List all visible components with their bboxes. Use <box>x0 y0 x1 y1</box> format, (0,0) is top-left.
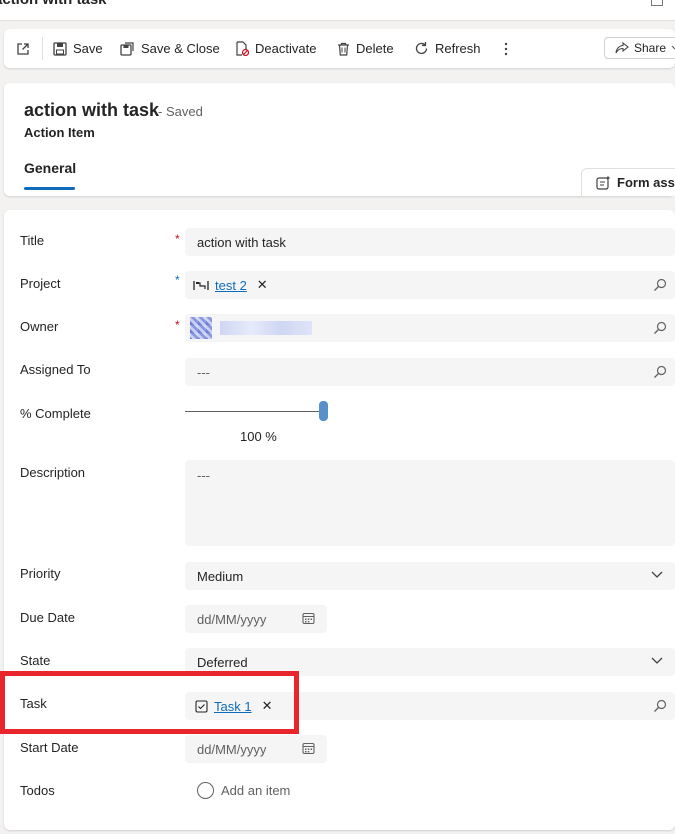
state-value: Deferred <box>197 654 248 670</box>
search-icon[interactable] <box>653 278 667 292</box>
chevron-down-icon <box>651 657 663 664</box>
title-label: Title <box>20 233 45 248</box>
assigned-to-value: --- <box>197 364 210 380</box>
form-assist-icon <box>596 175 611 190</box>
general-form: Title * action with task Project * test … <box>4 210 675 830</box>
more-vertical-icon <box>504 42 508 55</box>
delete-label: Delete <box>356 41 394 56</box>
todos-label: Todos <box>20 783 55 798</box>
share-button[interactable]: Share <box>604 37 675 59</box>
open-in-new-window-button[interactable] <box>16 29 36 68</box>
deactivate-button[interactable]: Deactivate <box>235 29 316 68</box>
project-link[interactable]: test 2 <box>215 278 247 293</box>
toolbar-divider <box>42 37 43 60</box>
owner-name-blurred <box>220 321 312 335</box>
state-label: State <box>20 653 51 668</box>
calendar-icon[interactable] <box>302 742 315 755</box>
chevron-down-icon <box>671 45 675 50</box>
project-lookup[interactable]: test 2 ✕ <box>185 271 675 299</box>
priority-value: Medium <box>197 568 244 584</box>
percent-complete-slider-thumb[interactable] <box>319 401 328 421</box>
project-icon <box>193 280 209 290</box>
save-icon <box>53 41 67 56</box>
tab-selected-indicator <box>24 187 75 190</box>
search-icon[interactable] <box>653 699 667 713</box>
description-label: Description <box>20 465 86 480</box>
description-value: --- <box>197 468 210 483</box>
assigned-to-lookup[interactable]: --- <box>185 358 675 386</box>
description-textarea[interactable]: --- <box>185 460 675 546</box>
open-new-window-icon <box>17 42 29 55</box>
remove-project-icon[interactable]: ✕ <box>257 277 268 293</box>
search-icon[interactable] <box>653 321 667 335</box>
refresh-label: Refresh <box>435 41 481 56</box>
task-field-highlight-box <box>0 671 299 734</box>
start-date-label: Start Date <box>20 740 79 755</box>
form-assist-label: Form assis <box>617 175 675 190</box>
chevron-down-icon <box>651 571 663 578</box>
owner-value-blurred <box>190 317 312 339</box>
window-title-bar: action with task <box>0 0 675 21</box>
start-date-placeholder: dd/MM/yyyy <box>197 741 267 757</box>
required-asterisk: * <box>175 318 180 332</box>
owner-label: Owner <box>20 319 59 334</box>
save-close-icon <box>120 41 134 56</box>
share-icon <box>615 42 629 54</box>
priority-select[interactable]: Medium <box>185 562 675 590</box>
refresh-button[interactable]: Refresh <box>414 29 481 68</box>
add-todo-item[interactable]: Add an item <box>197 782 290 799</box>
save-and-close-button[interactable]: Save & Close <box>120 29 220 68</box>
record-header: action with task - Saved Action Item Gen… <box>4 83 675 196</box>
delete-button[interactable]: Delete <box>337 29 394 68</box>
due-date-placeholder: dd/MM/yyyy <box>197 611 267 627</box>
save-button[interactable]: Save <box>53 29 103 68</box>
avatar <box>190 317 212 339</box>
trash-icon <box>338 42 349 56</box>
start-date-input[interactable]: dd/MM/yyyy <box>185 735 327 763</box>
due-date-label: Due Date <box>20 610 75 625</box>
due-date-input[interactable]: dd/MM/yyyy <box>185 605 327 633</box>
save-status: - Saved <box>158 104 203 119</box>
percent-complete-slider-track[interactable] <box>185 411 323 412</box>
entity-name: Action Item <box>24 125 95 140</box>
search-icon[interactable] <box>653 365 667 379</box>
tab-general[interactable]: General <box>24 160 76 176</box>
percent-complete-value: 100 % <box>240 429 277 444</box>
window-corner-icon[interactable] <box>651 0 663 6</box>
command-bar: Save Save & Close Deactivate Delete Refr… <box>4 29 675 68</box>
add-item-circle-icon <box>197 782 214 799</box>
record-title: action with task <box>24 100 160 120</box>
owner-lookup[interactable] <box>185 314 675 342</box>
deactivate-label: Deactivate <box>255 41 317 56</box>
save-close-label: Save & Close <box>141 41 220 56</box>
form-assist-button[interactable]: Form assis <box>581 168 675 196</box>
share-label: Share <box>634 41 667 55</box>
window-title: action with task <box>0 0 107 8</box>
deactivate-icon <box>236 41 249 56</box>
project-label: Project <box>20 276 61 291</box>
required-asterisk: * <box>175 232 180 246</box>
percent-complete-label: % Complete <box>20 406 91 421</box>
add-item-label: Add an item <box>221 783 291 798</box>
project-chip: test 2 ✕ <box>193 277 268 293</box>
refresh-icon <box>415 42 428 55</box>
title-input[interactable]: action with task <box>185 228 675 256</box>
more-commands-button[interactable] <box>504 29 514 68</box>
assigned-to-label: Assigned To <box>20 362 91 377</box>
recommended-indicator: * <box>175 273 180 287</box>
calendar-icon[interactable] <box>302 612 315 625</box>
save-label: Save <box>73 41 103 56</box>
priority-label: Priority <box>20 566 61 581</box>
